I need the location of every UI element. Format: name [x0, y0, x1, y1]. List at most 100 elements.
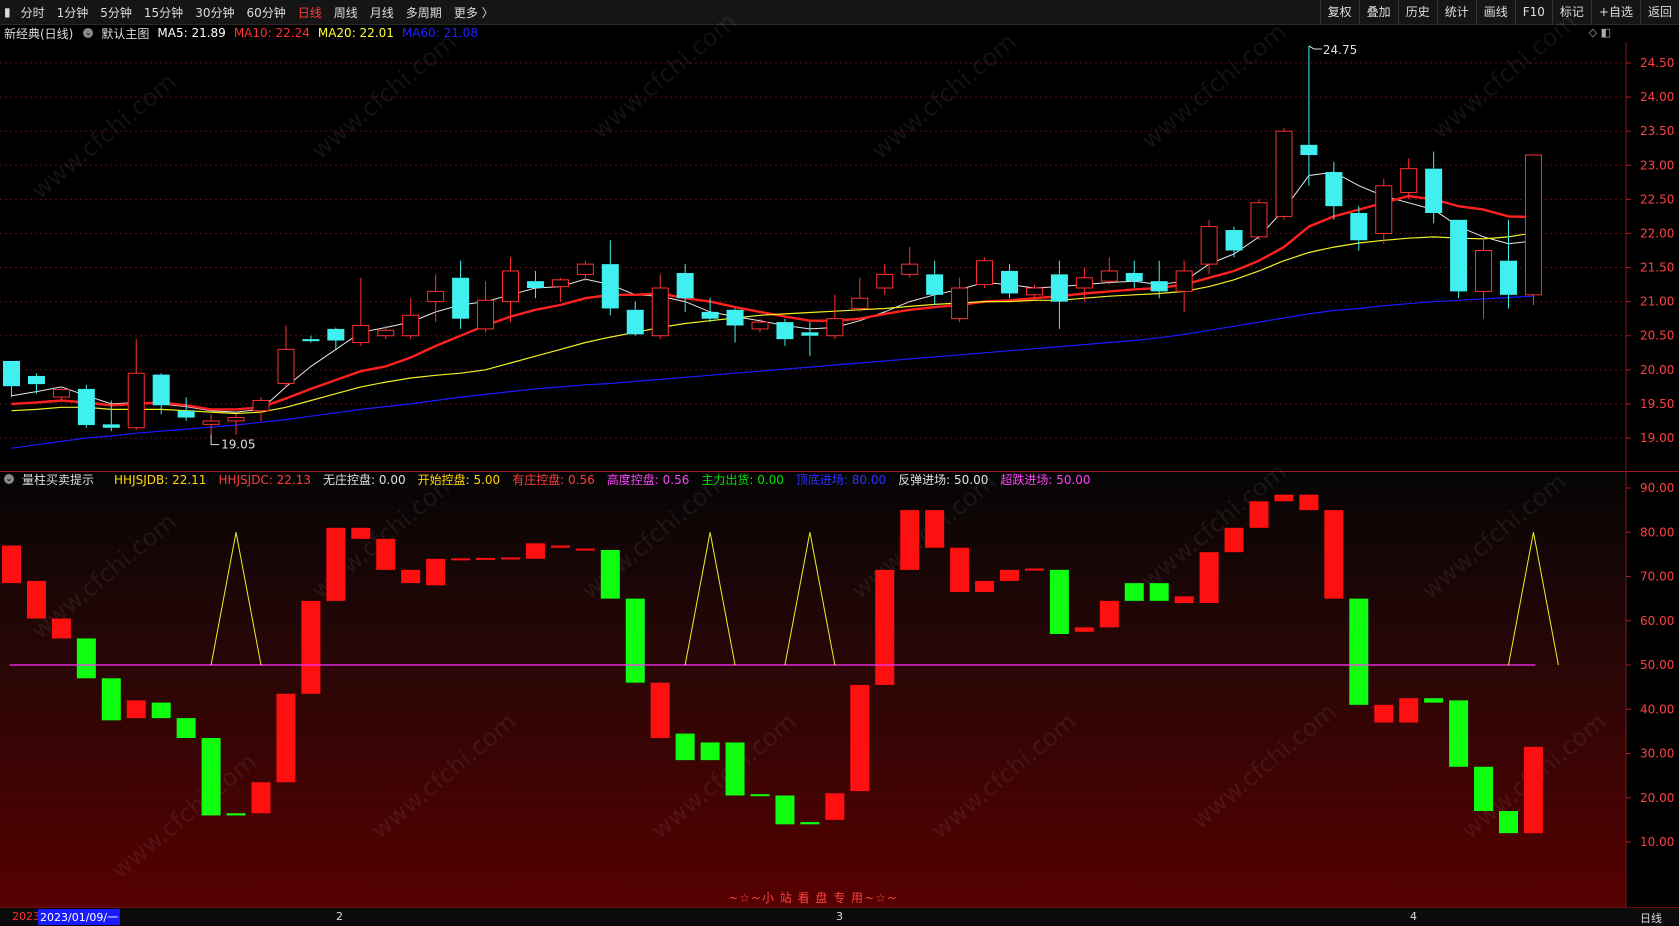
stock-chart[interactable]: www.cfchi.com www.cfchi.com www.cfchi.com w…: [0, 0, 1679, 907]
indicator-bar: [76, 638, 96, 679]
watermark-text: www.cfchi.com: [1426, 7, 1582, 144]
price-tick-label: 21.00: [1640, 295, 1674, 309]
price-tick-label: 23.00: [1640, 158, 1674, 172]
indicator-tick-label: 40.00: [1640, 702, 1674, 716]
indicator-bar: [1149, 583, 1169, 601]
candle-body-down: [701, 311, 719, 319]
indicator-bar: [900, 510, 920, 570]
indicator-value: 主力出货: 0.00: [701, 472, 784, 487]
ma-line-ma10: [11, 194, 1534, 411]
indicator-bar: [875, 569, 895, 685]
indicator-bar: [201, 738, 221, 816]
indicator-bar: [101, 678, 121, 721]
indicator-bar: [700, 742, 720, 761]
candle-body-down: [1500, 260, 1517, 295]
watermark-text: www.cfchi.com: [306, 27, 462, 164]
candle-body-down: [152, 374, 170, 406]
candle-body-down: [3, 360, 20, 387]
ma-line-ma60: [11, 295, 1534, 449]
price-tick-label: 22.50: [1640, 192, 1674, 206]
candle-body-up: [1025, 287, 1043, 296]
candle-body-up: [227, 417, 245, 422]
low-price-label: 19.05: [221, 438, 255, 452]
indicator-bar: [1224, 527, 1244, 553]
indicator-bar: [750, 794, 770, 797]
indicator-bar: [1449, 700, 1469, 767]
indicator-bar: [1424, 698, 1444, 703]
candle-body-down: [27, 375, 45, 385]
indicator-bar: [176, 718, 196, 739]
candle-body-up: [551, 279, 569, 288]
candle-body-down: [526, 281, 544, 288]
indicator-tick-label: 60.00: [1640, 614, 1674, 628]
indicator-bar: [1299, 494, 1319, 511]
month-label: 3: [836, 910, 843, 923]
indicator-bar: [950, 547, 970, 592]
candle-body-down: [726, 309, 744, 326]
price-tick-label: 19.00: [1640, 431, 1674, 445]
price-tick-label: 22.00: [1640, 226, 1674, 240]
candle-body-up: [1075, 277, 1093, 289]
candle-body-up: [252, 400, 270, 412]
price-tick-label: 24.50: [1640, 56, 1674, 70]
candle-body-down: [776, 322, 794, 340]
period-label[interactable]: 日线: [1640, 910, 1662, 926]
candle-body-down: [1150, 281, 1168, 292]
indicator-bar: [476, 557, 496, 560]
indicator-bar: [550, 545, 570, 548]
low-marker: [210, 434, 220, 446]
candle-body-down: [327, 328, 345, 341]
watermark-text: www.cfchi.com: [866, 27, 1022, 164]
indicator-value: 高度控盘: 0.56: [606, 472, 690, 487]
indicator-bar: [525, 543, 545, 559]
indicator-bar: [1024, 568, 1044, 571]
year-label: 2023: [12, 910, 40, 923]
indicator-bar: [451, 558, 471, 561]
indicator-value: 顶底进场: 80.00: [795, 472, 887, 487]
indicator-bar: [1324, 510, 1344, 599]
indicator-bar: [1099, 600, 1119, 628]
sub-chart-legend: ⌄ 量柱买卖提示 HHJSJDB: 22.11 HHJSJDC: 22.13 无庄控…: [0, 470, 1111, 488]
indicator-name[interactable]: 量柱买卖提示: [22, 471, 94, 488]
candle-body-down: [801, 332, 819, 336]
candle-body-up: [277, 348, 295, 384]
chevron-down-icon[interactable]: ⌄: [4, 474, 14, 484]
indicator-bar: [226, 813, 246, 816]
indicator-bar: [276, 693, 296, 783]
indicator-bar: [251, 782, 271, 814]
candle-body-up: [402, 314, 420, 337]
indicator-bar: [26, 580, 46, 619]
indicator-bar: [625, 598, 645, 683]
candle-body-up: [751, 321, 769, 330]
candle-body-up: [851, 297, 869, 309]
indicator-bar: [1274, 494, 1294, 502]
indicator-bar: [825, 793, 845, 820]
candle-body-up: [1200, 226, 1218, 265]
candle-body-up: [1250, 202, 1268, 238]
price-tick-label: 20.50: [1640, 329, 1674, 343]
candle-body-down: [1325, 172, 1343, 207]
indicator-bar: [426, 558, 446, 586]
indicator-bar: [800, 822, 820, 825]
indicator-bar: [1074, 627, 1094, 632]
indicator-bar: [600, 549, 620, 599]
candle-body-up: [477, 299, 495, 330]
indicator-bar: [975, 580, 995, 592]
indicator-bar: [1399, 698, 1419, 723]
price-tick-label: 23.50: [1640, 124, 1674, 138]
indicator-bar: [501, 557, 520, 560]
indicator-value: HHJSJDC: 22.13: [218, 472, 312, 487]
indicator-tick-label: 80.00: [1640, 525, 1674, 539]
indicator-bar: [151, 702, 171, 719]
month-label: 2: [336, 910, 343, 923]
sub-chart-background: [0, 472, 1626, 907]
candle-body-down: [77, 388, 95, 426]
candle-body-down: [1225, 230, 1243, 251]
candle-body-down: [102, 424, 120, 428]
candle-body-down: [626, 309, 644, 335]
high-price-label: 24.75: [1323, 43, 1357, 57]
indicator-bar: [1523, 746, 1543, 834]
candle-body-up: [1275, 130, 1293, 217]
candle-body-up: [651, 287, 669, 337]
indicator-bar: [850, 684, 870, 792]
